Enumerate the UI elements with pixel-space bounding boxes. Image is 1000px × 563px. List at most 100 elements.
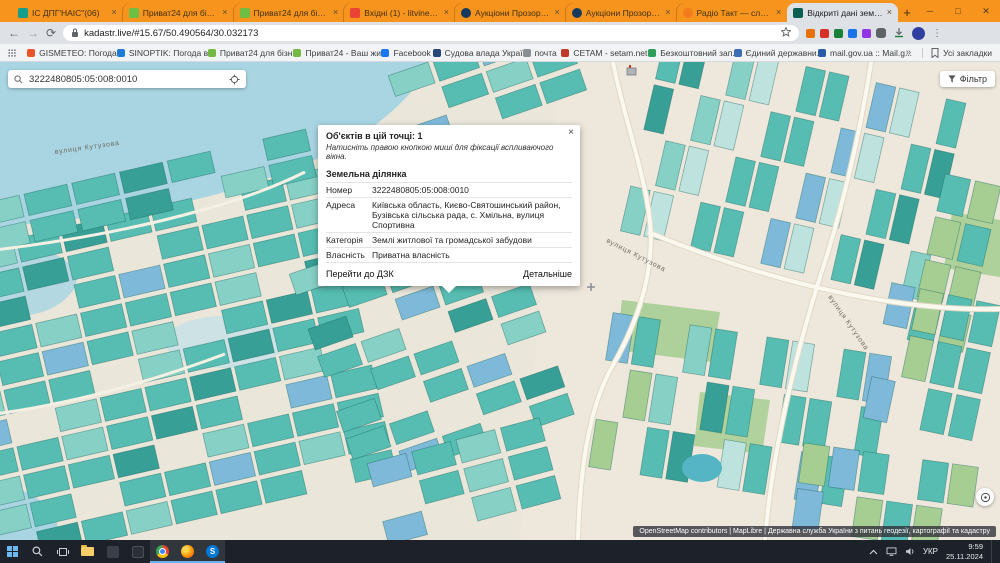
browser-tab[interactable]: ІС ДПГ'НАІС"(06) × xyxy=(12,3,123,22)
network-icon[interactable] xyxy=(886,547,897,556)
minimize-button[interactable]: ─ xyxy=(916,6,944,16)
new-tab-button[interactable]: + xyxy=(898,3,916,21)
all-bookmarks-button[interactable]: Усі закладки xyxy=(922,48,992,58)
task-view-icon xyxy=(57,547,69,557)
terminal-button[interactable] xyxy=(125,540,150,563)
maximize-button[interactable]: □ xyxy=(944,6,972,16)
taskbar-search-button[interactable] xyxy=(25,540,50,563)
browser-tab[interactable]: Вхідні (1) - litvinenkoa7l... × xyxy=(344,3,455,22)
close-button[interactable]: ✕ xyxy=(972,6,1000,17)
start-button[interactable] xyxy=(0,540,25,563)
browser-tab[interactable]: Аукціони Прозоро.Про... × xyxy=(566,3,677,22)
tab-close-icon[interactable]: × xyxy=(887,8,892,17)
bookmark-favicon xyxy=(648,49,656,57)
popup-close-icon[interactable]: × xyxy=(568,127,574,138)
bookmark-item[interactable]: Приват24 для бізн... xyxy=(208,48,283,58)
tab-label: Аукціони Прозоро.Про... xyxy=(586,8,661,18)
profile-avatar[interactable] xyxy=(912,27,925,40)
tab-label: ІС ДПГ'НАІС"(06) xyxy=(32,8,107,18)
filter-button[interactable]: Фільтр xyxy=(940,71,995,87)
bookmark-item[interactable]: GISMETEO: Погода... xyxy=(27,48,106,58)
extensions-row xyxy=(806,28,886,38)
tab-label: Відкриті дані земельно... xyxy=(807,8,882,18)
reload-icon[interactable]: ⟳ xyxy=(46,27,56,39)
target-icon[interactable] xyxy=(229,74,240,85)
row-value: Київська область, Києво-Святошинський ра… xyxy=(372,200,572,230)
extension-icon[interactable] xyxy=(820,29,829,38)
map-canvas[interactable]: вулиця Кутузова вулиця Кутузова вулиця К… xyxy=(0,62,1000,540)
search-icon xyxy=(32,546,43,557)
extension-icon[interactable] xyxy=(806,29,815,38)
go-to-dzk-link[interactable]: Перейти до ДЗК xyxy=(326,269,394,279)
file-explorer-button[interactable] xyxy=(75,540,100,563)
bookmark-item[interactable]: Приват24 - Ваш жи... xyxy=(293,48,370,58)
tab-favicon xyxy=(240,8,250,18)
app-icon xyxy=(107,546,119,558)
bookmark-label: Єдиний державни... xyxy=(746,48,824,58)
browser-tab-active[interactable]: Відкриті дані земельно... × xyxy=(787,3,898,22)
popup-object-count: Об'єктів в цій точці: 1 xyxy=(326,131,572,141)
tab-close-icon[interactable]: × xyxy=(776,8,781,17)
bookmark-star-icon[interactable] xyxy=(781,24,791,42)
tab-close-icon[interactable]: × xyxy=(554,8,559,17)
browser-menu-icon[interactable]: ⋮ xyxy=(932,28,942,39)
firefox-taskbar-button[interactable] xyxy=(175,540,200,563)
tray-chevron-icon[interactable] xyxy=(869,549,878,555)
details-link[interactable]: Детальніше xyxy=(523,269,572,279)
url-bar[interactable]: kadastr.live/#15.67/50.490564/30.032173 xyxy=(63,25,799,41)
taskbar-clock[interactable]: 9:59 25.11.2024 xyxy=(946,542,983,562)
map-parcel[interactable] xyxy=(917,460,948,503)
map-parcel[interactable] xyxy=(947,464,978,507)
tab-favicon xyxy=(683,8,693,18)
tab-favicon xyxy=(129,8,139,18)
bookmark-item[interactable]: Facebook xyxy=(381,48,421,58)
row-label: Адреса xyxy=(326,200,372,230)
pond xyxy=(682,454,722,482)
browser-tab[interactable]: Приват24 для бізнесу × xyxy=(234,3,345,22)
map-parcel[interactable] xyxy=(828,447,859,490)
tab-close-icon[interactable]: × xyxy=(444,8,449,17)
bookmark-item[interactable]: Безкоштовний зап... xyxy=(648,48,722,58)
browser-tab[interactable]: Радіо Такт — слухат... × xyxy=(677,3,788,22)
extension-icon[interactable] xyxy=(848,29,857,38)
map-parcel[interactable] xyxy=(858,451,889,494)
row-label: Категорія xyxy=(326,235,372,245)
apps-grid-icon[interactable] xyxy=(8,48,16,58)
bookmark-item[interactable]: CETAM - setam.net... xyxy=(561,48,637,58)
bookmark-item[interactable]: почта xyxy=(523,48,551,58)
tab-label: Приват24 для бізнесу xyxy=(143,8,218,18)
extension-icon[interactable] xyxy=(862,29,871,38)
browser-navbar: ← → ⟳ kadastr.live/#15.67/50.490564/30.0… xyxy=(0,22,1000,44)
browser-tab[interactable]: Аукціони Прозоро.Про... × xyxy=(455,3,566,22)
tab-close-icon[interactable]: × xyxy=(333,8,338,17)
tab-close-icon[interactable]: × xyxy=(111,8,116,17)
locate-button[interactable] xyxy=(976,488,994,506)
browser-tab[interactable]: Приват24 для бізнесу × xyxy=(123,3,234,22)
back-icon[interactable]: ← xyxy=(8,27,20,39)
parcel-info-table: Номер 3222480805:05:008:0010 Адреса Київ… xyxy=(326,182,572,263)
skype-taskbar-button[interactable]: S xyxy=(200,540,225,563)
tab-close-icon[interactable]: × xyxy=(222,8,227,17)
parcel-search-input[interactable]: 3222480805:05:008:0010 xyxy=(8,70,246,88)
bookmark-label: Приват24 для бізн... xyxy=(220,48,300,58)
taskbar-app-button[interactable] xyxy=(100,540,125,563)
bookmarks-overflow-icon[interactable]: » xyxy=(906,47,912,58)
language-indicator[interactable]: УКР xyxy=(923,547,938,556)
chrome-taskbar-button[interactable] xyxy=(150,540,175,563)
tab-close-icon[interactable]: × xyxy=(665,8,670,17)
tab-favicon xyxy=(350,8,360,18)
bookmark-item[interactable]: Єдиний державни... xyxy=(734,48,807,58)
volume-icon[interactable] xyxy=(905,547,915,556)
bookmark-item[interactable]: Судова влада Украї... xyxy=(433,48,512,58)
task-view-button[interactable] xyxy=(50,540,75,563)
download-icon[interactable] xyxy=(893,27,905,39)
bookmark-label: Судова влада Украї... xyxy=(445,48,530,58)
show-desktop-button[interactable] xyxy=(991,540,995,563)
forward-icon[interactable]: → xyxy=(27,27,39,39)
bookmark-item[interactable]: SINOPTIK: Погода в... xyxy=(117,48,197,58)
row-value: Землі житлової та громадської забудови xyxy=(372,235,572,245)
map-parcel[interactable] xyxy=(799,443,830,486)
bookmark-item[interactable]: mail.gov.ua :: Mail.g... xyxy=(818,48,895,58)
extensions-puzzle-icon[interactable] xyxy=(876,28,886,38)
extension-icon[interactable] xyxy=(834,29,843,38)
